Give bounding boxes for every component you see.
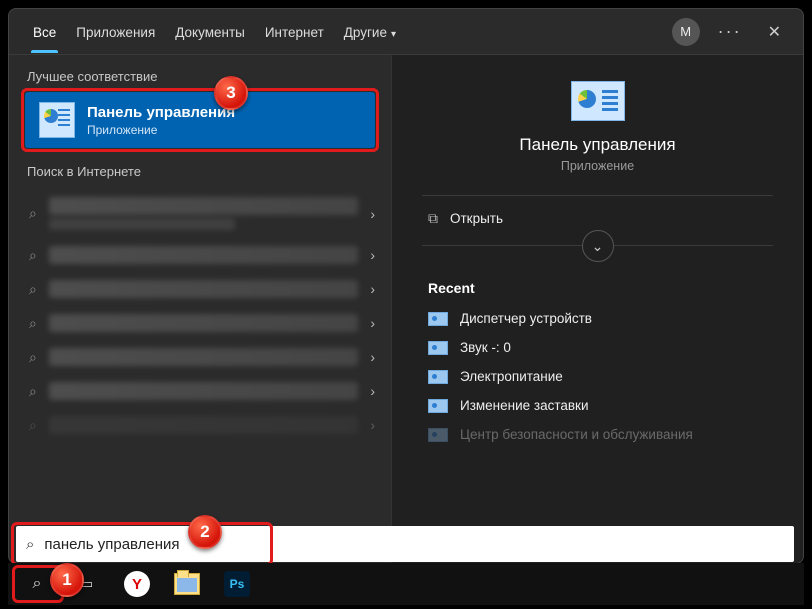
search-icon: ⌕ xyxy=(26,536,34,553)
web-result[interactable]: ⌕› xyxy=(27,238,381,272)
chevron-right-icon: › xyxy=(370,206,375,222)
best-match-subtitle: Приложение xyxy=(87,123,235,137)
taskbar: ⌕ ▭ Y Ps xyxy=(8,563,804,605)
preview-pane: Панель управления Приложение ⧉ Открыть ⌄… xyxy=(391,55,803,563)
best-match-title: Панель управления xyxy=(87,104,235,121)
recent-header: Recent xyxy=(422,272,773,304)
tab-other[interactable]: Другие▾ xyxy=(334,11,406,52)
web-result[interactable]: ⌕› xyxy=(27,272,381,306)
best-match-header: Лучшее соответствие xyxy=(9,55,391,92)
chevron-right-icon: › xyxy=(370,315,375,331)
search-icon: ⌕ xyxy=(29,205,37,222)
close-button[interactable]: ✕ xyxy=(760,18,789,46)
cpl-icon xyxy=(428,312,448,326)
tab-apps[interactable]: Приложения xyxy=(66,11,165,52)
taskbar-photoshop[interactable]: Ps xyxy=(214,565,260,603)
cpl-icon xyxy=(428,341,448,355)
web-result[interactable]: ⌕› xyxy=(27,408,381,442)
cpl-icon xyxy=(428,399,448,413)
recent-item[interactable]: Электропитание xyxy=(422,362,773,391)
search-icon: ⌕ xyxy=(29,417,37,434)
cpl-icon xyxy=(428,370,448,384)
tab-internet[interactable]: Интернет xyxy=(255,11,334,52)
control-panel-icon xyxy=(571,81,625,121)
chevron-right-icon: › xyxy=(370,383,375,399)
expand-toggle[interactable]: ⌄ xyxy=(582,230,614,262)
preview-title: Панель управления xyxy=(422,135,773,155)
best-match-item[interactable]: Панель управления Приложение xyxy=(25,92,375,148)
more-button[interactable]: ··· xyxy=(718,21,742,42)
web-result[interactable]: ⌕› xyxy=(27,340,381,374)
open-label: Открыть xyxy=(450,211,503,226)
recent-item[interactable]: Звук -: 0 xyxy=(422,333,773,362)
search-icon: ⌕ xyxy=(29,349,37,366)
cpl-icon xyxy=(428,428,448,442)
web-result[interactable]: ⌕› xyxy=(27,306,381,340)
search-icon: ⌕ xyxy=(29,315,37,332)
taskbar-taskview[interactable]: ▭ xyxy=(64,565,110,603)
search-icon: ⌕ xyxy=(29,281,37,298)
recent-item[interactable]: Диспетчер устройств xyxy=(422,304,773,333)
recent-item[interactable]: Изменение заставки xyxy=(422,391,773,420)
folder-icon xyxy=(174,573,200,595)
filter-tabs: Все Приложения Документы Интернет Другие… xyxy=(9,9,803,55)
chevron-right-icon: › xyxy=(370,417,375,433)
search-input[interactable] xyxy=(44,536,784,553)
results-pane: Лучшее соответствие Панель управления Пр… xyxy=(9,55,391,563)
chevron-down-icon: ▾ xyxy=(391,29,396,40)
search-icon: ⌕ xyxy=(29,383,37,400)
preview-subtitle: Приложение xyxy=(422,159,773,173)
chevron-right-icon: › xyxy=(370,349,375,365)
taskbar-explorer[interactable] xyxy=(164,565,210,603)
taskbar-search-button[interactable]: ⌕ xyxy=(14,565,60,603)
tab-documents[interactable]: Документы xyxy=(165,11,255,52)
search-panel: Все Приложения Документы Интернет Другие… xyxy=(8,8,804,564)
web-result[interactable]: ⌕› xyxy=(27,374,381,408)
user-avatar[interactable]: М xyxy=(672,18,700,46)
tab-all[interactable]: Все xyxy=(23,11,66,52)
search-bar[interactable]: ⌕ xyxy=(16,526,794,562)
taskbar-yandex[interactable]: Y xyxy=(114,565,160,603)
search-icon: ⌕ xyxy=(29,247,37,264)
chevron-right-icon: › xyxy=(370,281,375,297)
chevron-right-icon: › xyxy=(370,247,375,263)
recent-item[interactable]: Центр безопасности и обслуживания xyxy=(422,420,773,449)
web-search-header: Поиск в Интернете xyxy=(9,150,391,187)
web-result[interactable]: ⌕› xyxy=(27,189,381,238)
control-panel-icon xyxy=(39,102,75,138)
open-icon: ⧉ xyxy=(428,210,438,227)
